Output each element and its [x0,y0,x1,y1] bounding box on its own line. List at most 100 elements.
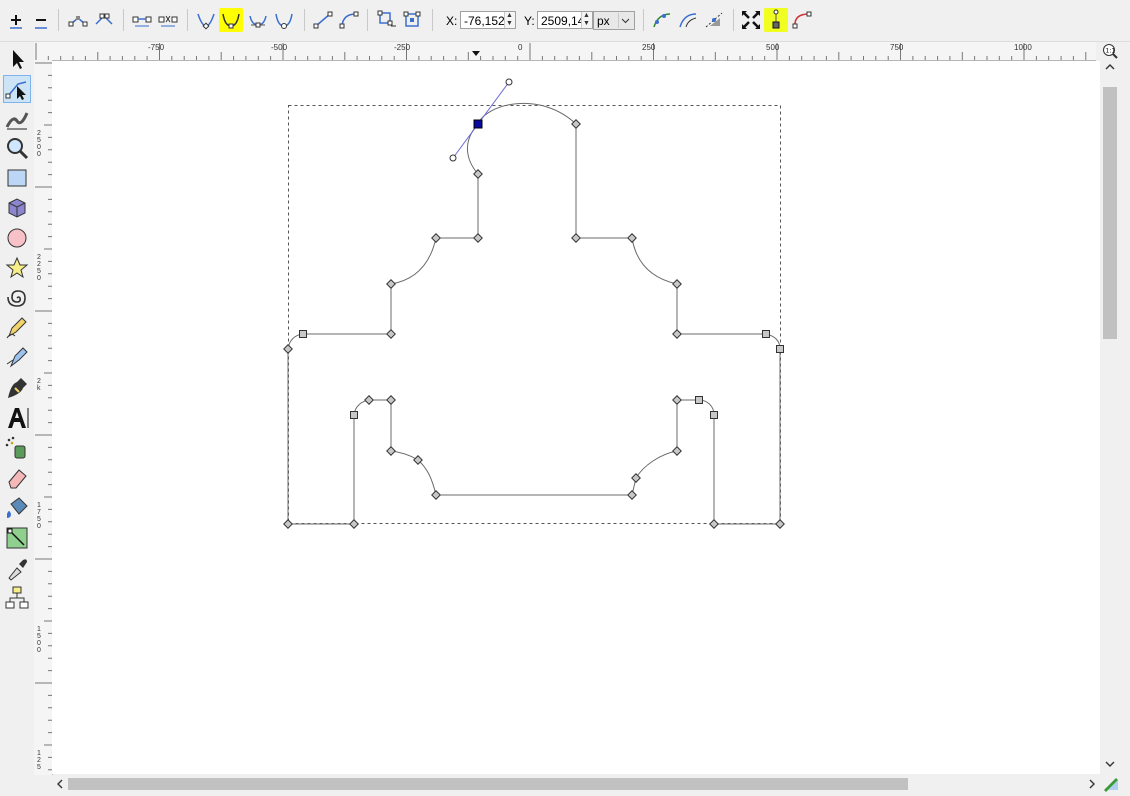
path-node-cusp[interactable] [431,490,441,500]
path-node-smooth[interactable] [776,345,784,353]
path-node-cusp[interactable] [283,519,293,529]
node-tool[interactable] [3,75,31,103]
path-node-cusp[interactable] [386,279,396,289]
path-node-smooth[interactable] [299,330,307,338]
node-editor-icon [5,81,27,100]
ruler-tick-label: 1750 [37,502,41,530]
mask-edit-button[interactable] [702,8,726,32]
zoom-tool[interactable] [3,134,31,162]
ruler-tick-label: -250 [394,43,411,52]
drawing-canvas[interactable] [52,61,1100,774]
path-node-cusp[interactable] [631,473,641,483]
x-coordinate-label: X: [446,14,458,28]
canvas-color-icon[interactable] [1102,776,1120,792]
path-node-smooth[interactable] [695,396,703,404]
cusp-node-button[interactable] [194,8,218,32]
ellipse-tool[interactable] [3,224,31,252]
pencil-tool[interactable] [3,314,31,342]
zoom-1-to-1-button[interactable]: 1:1 [1101,43,1119,59]
horizontal-scrollbar[interactable] [52,775,1100,793]
path-node-smooth[interactable] [762,330,770,338]
bezier-handle-point[interactable] [505,78,513,86]
3d-box-tool[interactable] [3,194,31,222]
path-node-cusp[interactable] [431,233,441,243]
show-bezier-handles-toggle[interactable] [764,8,788,32]
path-node-cusp[interactable] [386,329,396,339]
path-node-cusp[interactable] [672,329,682,339]
x-spin-arrows[interactable]: ▲ ▼ [504,12,515,28]
stroke-to-path-button[interactable] [400,8,424,32]
y-spin-arrows[interactable]: ▲ ▼ [581,12,592,28]
path-node-smooth[interactable] [710,411,718,419]
pen-tool[interactable] [3,344,31,372]
smooth-node-button[interactable] [219,8,243,32]
auto-smooth-node-button[interactable] [272,8,296,32]
spiral-tool[interactable] [3,284,31,312]
calligraphy-tool[interactable] [3,374,31,402]
dropper-tool[interactable] [3,554,31,582]
gradient-tool[interactable] [3,524,31,552]
path-node-cusp[interactable] [571,233,581,243]
path-node-cusp[interactable] [672,446,682,456]
delete-segment-button[interactable] [156,8,180,32]
segment-to-curve-button[interactable] [337,8,361,32]
edited-path[interactable] [287,102,781,525]
path-node-cusp[interactable] [627,490,637,500]
path-node-cusp[interactable] [627,233,637,243]
path-node-cusp[interactable] [283,344,293,354]
insert-node-button[interactable] [4,8,28,32]
path-node-smooth[interactable] [350,411,358,419]
path-node-cusp[interactable] [386,395,396,405]
connector-tool[interactable] [3,584,31,612]
chevron-down-icon [618,13,632,28]
vertical-ruler: 2500 2250 2k 1750 1500 125 [34,60,53,775]
y-coordinate-field[interactable]: 2509,14 ▲ ▼ [537,11,593,29]
star-polygon-tool[interactable] [3,254,31,282]
break-path-button[interactable] [92,8,116,32]
next-path-effect-parameter-button[interactable] [650,8,674,32]
ruler-tick-label: 750 [890,43,904,52]
join-segment-button[interactable] [130,8,154,32]
vertical-scrollbar[interactable] [1100,61,1122,774]
rectangle-tool[interactable] [3,164,31,192]
calligraphy-icon [8,378,27,398]
path-node-cusp[interactable] [386,446,396,456]
eraser-tool[interactable] [3,464,31,492]
svg-text:1:1: 1:1 [1106,48,1116,55]
bezier-handle-point[interactable] [449,154,457,162]
selector-tool[interactable] [3,45,31,73]
path-node-cusp[interactable] [672,279,682,289]
ruler-tick-label: 500 [766,43,780,52]
x-coordinate-field[interactable]: -76,152 ▲ ▼ [460,11,516,29]
spray-icon [5,436,26,459]
ruler-tick-label: 0 [518,43,523,52]
selected-node[interactable] [473,119,483,129]
join-nodes-button[interactable] [66,8,90,32]
tweak-tool[interactable] [3,105,31,133]
ruler-tick-label: 1000 [1014,43,1032,52]
text-tool[interactable] [3,404,31,432]
eraser-icon [8,469,27,489]
path-node-cusp[interactable] [349,519,359,529]
segment-to-line-button[interactable] [311,8,335,32]
spray-tool[interactable] [3,434,31,462]
pencil-icon [6,317,27,339]
transform-handles-toggle[interactable] [739,8,763,32]
star-icon [5,256,29,279]
unit-select[interactable]: px [593,11,635,30]
connector-icon [5,586,29,609]
path-node-cusp[interactable] [672,395,682,405]
clip-path-edit-button[interactable] [676,8,700,32]
path-node-cusp[interactable] [364,395,374,405]
delete-node-button[interactable] [29,8,53,32]
symmetric-node-button[interactable] [246,8,270,32]
path-node-cusp[interactable] [473,233,483,243]
show-path-outline-toggle[interactable] [790,8,814,32]
y-coordinate-value: 2509,14 [541,14,585,28]
path-node-cusp[interactable] [709,519,719,529]
circle-icon [7,228,27,248]
paint-bucket-tool[interactable] [3,494,31,522]
selection-bounding-box [288,105,781,524]
object-to-path-button[interactable] [375,8,399,32]
path-node-cusp[interactable] [775,519,785,529]
